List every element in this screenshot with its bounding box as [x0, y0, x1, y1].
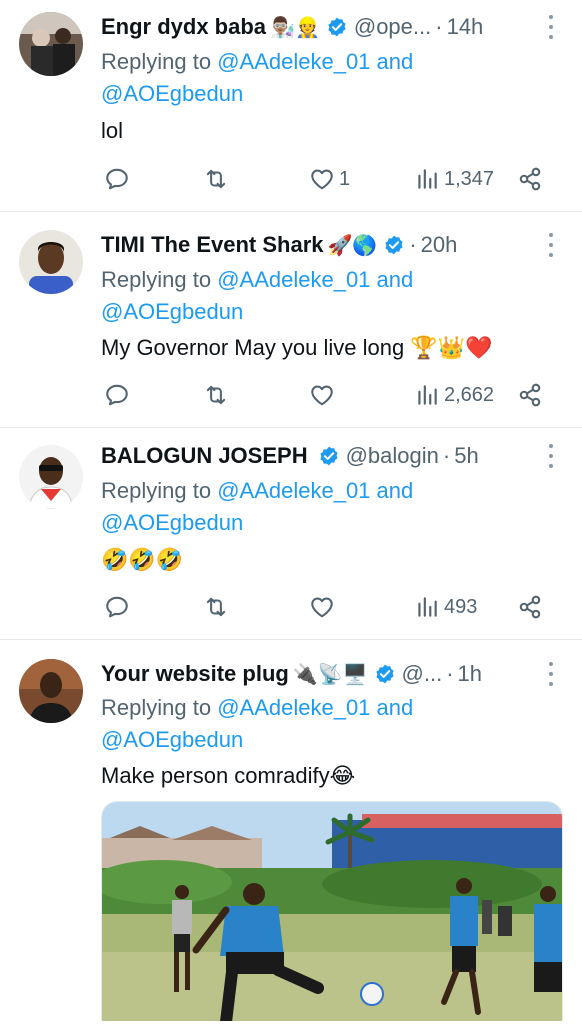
retweet-button[interactable]	[203, 592, 229, 622]
reply-prefix: Replying to	[101, 695, 212, 720]
mention-link[interactable]: @AAdeleke_01	[217, 478, 370, 503]
reply-prefix: Replying to	[101, 49, 212, 74]
timestamp[interactable]: 20h	[421, 232, 458, 258]
retweet-icon	[203, 166, 229, 192]
reply-and[interactable]: and	[377, 478, 414, 503]
avatar[interactable]	[19, 12, 83, 76]
mention-link[interactable]: @AOEgbedun	[101, 299, 243, 324]
name-emojis: 👨🏽‍🔬👷	[270, 15, 320, 39]
share-icon	[517, 382, 543, 408]
action-bar: 2,662	[101, 380, 551, 410]
heart-icon	[309, 166, 335, 192]
reply-and[interactable]: and	[377, 49, 414, 74]
more-options-icon[interactable]	[548, 444, 554, 468]
reply-icon	[104, 382, 130, 408]
verified-badge-icon	[383, 234, 405, 256]
name-emojis: 🔌📡🖥️	[292, 662, 368, 686]
verified-badge-icon	[374, 663, 396, 685]
action-bar: 493	[101, 592, 551, 622]
view-count: 493	[444, 595, 478, 618]
views-button[interactable]: 493	[414, 592, 477, 622]
more-options-icon[interactable]	[548, 233, 554, 257]
avatar[interactable]	[19, 659, 83, 723]
display-name[interactable]: Engr dydx baba	[101, 14, 266, 40]
user-handle[interactable]: @...	[402, 661, 443, 687]
reply-prefix: Replying to	[101, 267, 212, 292]
replying-to: Replying to @AAdeleke_01 and @AOEgbedun	[101, 475, 542, 539]
avatar[interactable]	[19, 230, 83, 294]
view-count: 1,347	[444, 167, 495, 190]
timestamp[interactable]: 14h	[447, 14, 484, 40]
tweet-header: BALOGUN JOSEPH @balogin · 5h	[101, 440, 532, 472]
reply-button[interactable]	[104, 592, 130, 622]
retweet-icon	[203, 594, 229, 620]
mention-link[interactable]: @AAdeleke_01	[217, 267, 370, 292]
verified-badge-icon	[326, 16, 348, 38]
share-button[interactable]	[517, 592, 543, 622]
mention-link[interactable]: @AAdeleke_01	[217, 49, 370, 74]
tweet-text: lol	[101, 118, 124, 143]
reply-icon	[104, 594, 130, 620]
display-name[interactable]: Your website plug	[101, 661, 289, 687]
like-button[interactable]	[309, 592, 339, 622]
retweet-button[interactable]	[203, 380, 229, 410]
timestamp[interactable]: 1h	[458, 661, 482, 687]
reply-and[interactable]: and	[377, 695, 414, 720]
tweet[interactable]: BALOGUN JOSEPH @balogin · 5h Replying to…	[0, 428, 582, 640]
heart-icon	[309, 382, 335, 408]
tweet-text: 🤣🤣🤣	[101, 547, 184, 572]
heart-icon	[309, 594, 335, 620]
tweet-header: TIMI The Event Shark 🚀🌎 · 20h	[101, 229, 532, 261]
retweet-icon	[203, 382, 229, 408]
reply-button[interactable]	[104, 164, 130, 194]
separator-dot: ·	[442, 443, 451, 468]
tweet-text: Make person comradify😂	[101, 763, 356, 788]
more-options-icon[interactable]	[548, 662, 554, 686]
retweet-button[interactable]	[203, 164, 229, 194]
reply-button[interactable]	[104, 380, 130, 410]
views-icon	[414, 594, 440, 620]
share-button[interactable]	[517, 164, 543, 194]
tweet-media-image[interactable]	[101, 801, 563, 1021]
replying-to: Replying to @AAdeleke_01 and @AOEgbedun	[101, 692, 542, 756]
tweet-header: Engr dydx baba 👨🏽‍🔬👷 @ope... · 14h	[101, 11, 532, 43]
display-name[interactable]: BALOGUN JOSEPH	[101, 443, 308, 469]
replying-to: Replying to @AAdeleke_01 and @AOEgbedun	[101, 264, 542, 328]
reply-icon	[104, 166, 130, 192]
user-handle[interactable]: @balogin	[346, 443, 439, 469]
share-button[interactable]	[517, 380, 543, 410]
reply-prefix: Replying to	[101, 478, 212, 503]
views-button[interactable]: 1,347	[414, 164, 494, 194]
avatar[interactable]	[19, 445, 83, 509]
timestamp[interactable]: 5h	[454, 443, 478, 469]
tweet[interactable]: TIMI The Event Shark 🚀🌎 · 20h Replying t…	[0, 212, 582, 428]
like-count: 1	[339, 167, 351, 190]
separator-dot: ·	[409, 232, 417, 257]
share-icon	[517, 166, 543, 192]
display-name[interactable]: TIMI The Event Shark	[101, 232, 324, 258]
tweet-text: My Governor May you live long 🏆👑❤️	[101, 335, 493, 360]
action-bar: 1 1,347	[101, 164, 551, 194]
views-button[interactable]: 2,662	[414, 380, 494, 410]
mention-link[interactable]: @AOEgbedun	[101, 81, 243, 106]
mention-link[interactable]: @AAdeleke_01	[217, 695, 370, 720]
tweet-header: Your website plug 🔌📡🖥️ @... · 1h	[101, 658, 532, 690]
separator-dot: ·	[435, 14, 443, 39]
views-icon	[414, 166, 440, 192]
mention-link[interactable]: @AOEgbedun	[101, 510, 243, 535]
like-button[interactable]	[309, 380, 339, 410]
like-button[interactable]: 1	[309, 164, 350, 194]
reply-and[interactable]: and	[377, 267, 414, 292]
separator-dot: ·	[446, 661, 454, 686]
user-handle[interactable]: @ope...	[354, 14, 431, 40]
verified-badge-icon	[318, 445, 340, 467]
view-count: 2,662	[444, 383, 495, 406]
views-icon	[414, 382, 440, 408]
share-icon	[517, 594, 543, 620]
more-options-icon[interactable]	[548, 15, 554, 39]
tweet[interactable]: Engr dydx baba 👨🏽‍🔬👷 @ope... · 14h Reply…	[0, 0, 582, 212]
name-emojis: 🚀🌎	[327, 233, 378, 257]
replying-to: Replying to @AAdeleke_01 and @AOEgbedun	[101, 46, 542, 110]
mention-link[interactable]: @AOEgbedun	[101, 727, 243, 752]
